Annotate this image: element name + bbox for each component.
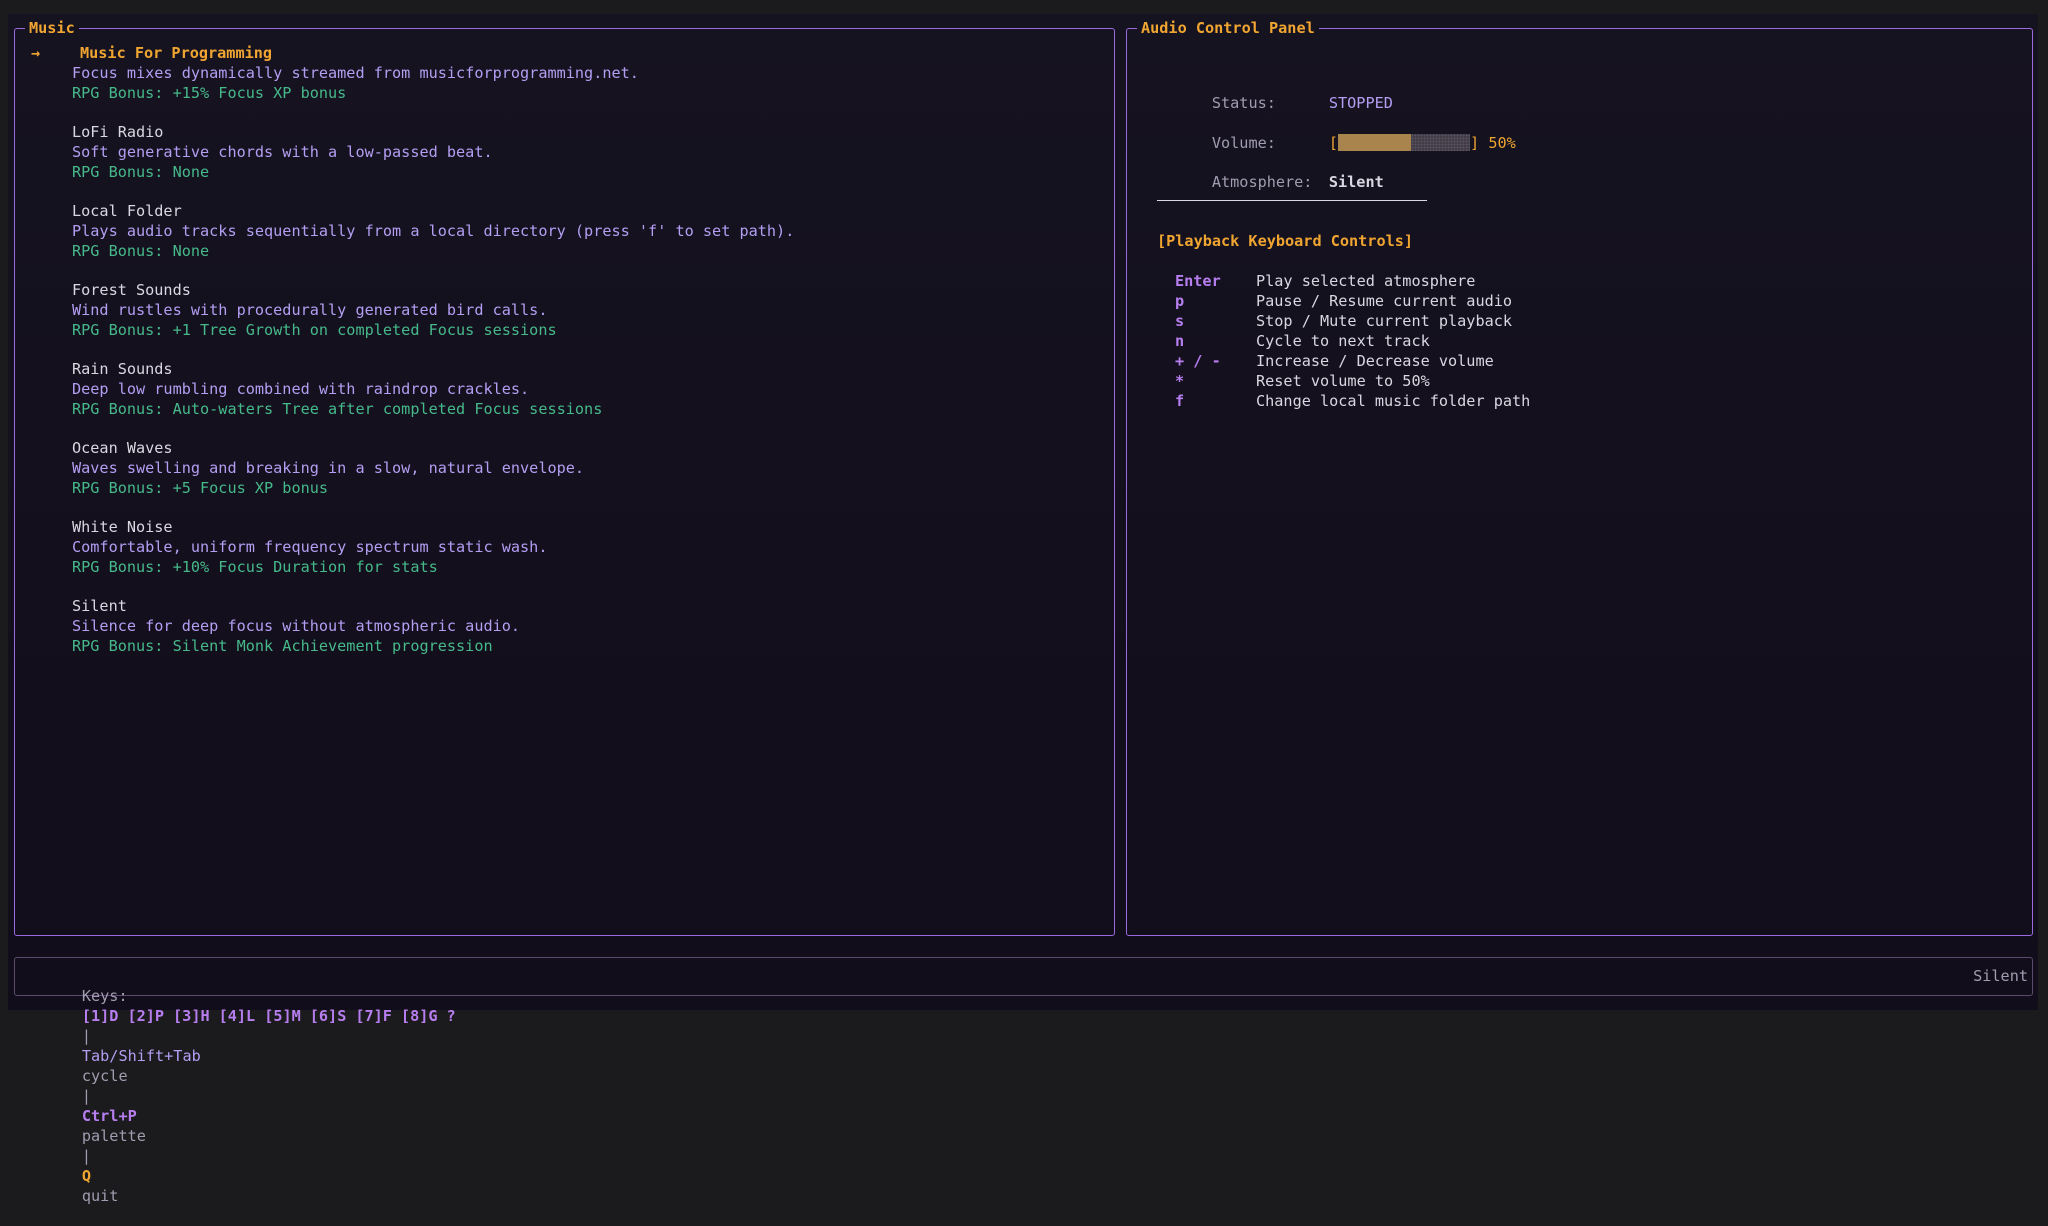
control-action: Increase / Decrease volume: [1256, 352, 1494, 370]
music-item-bonus: RPG Bonus: Silent Monk Achievement progr…: [72, 637, 493, 655]
music-list-item[interactable]: Forest Sounds Wind rustles with procedura…: [15, 280, 1105, 340]
current-atmosphere-indicator: Silent: [1973, 967, 2028, 985]
status-separator: |: [81, 1027, 92, 1045]
control-key: + / -: [1175, 352, 1221, 370]
volume-label: Volume:: [1211, 134, 1276, 152]
control-key: s: [1175, 312, 1185, 330]
shortcut-key[interactable]: [8]G: [401, 1007, 438, 1025]
palette-label: palette: [81, 1127, 146, 1145]
music-item-bonus: RPG Bonus: +5 Focus XP bonus: [72, 479, 329, 497]
music-panel-title: Music: [25, 18, 79, 38]
control-action: Cycle to next track: [1256, 332, 1430, 350]
music-item-description: Deep low rumbling combined with raindrop…: [72, 380, 530, 398]
music-item-bonus: RPG Bonus: +10% Focus Duration for stats: [72, 558, 438, 576]
shortcut-key[interactable]: [7]F: [355, 1007, 392, 1025]
shortcut-key[interactable]: [2]P: [127, 1007, 164, 1025]
status-bar-left: Keys: [1]D [2]P [3]H [4]L [5]M [6]S [7]F [8]G? …: [27, 966, 465, 1226]
control-key: f: [1175, 392, 1185, 410]
control-row: + / - Increase / Decrease volume: [1175, 351, 1494, 371]
control-action: Play selected atmosphere: [1256, 272, 1476, 290]
music-list-item[interactable]: LoFi Radio Soft generative chords with a …: [15, 122, 1105, 182]
music-item-bonus: RPG Bonus: None: [72, 163, 210, 181]
controls-heading: [Playback Keyboard Controls]: [1157, 232, 1414, 250]
music-item-description: Plays audio tracks sequentially from a l…: [72, 222, 795, 240]
volume-bracket-close: ]: [1470, 134, 1480, 152]
control-key: p: [1175, 292, 1185, 310]
status-separator: |: [81, 1087, 92, 1105]
music-item-name: Local Folder: [72, 202, 182, 220]
music-list-item[interactable]: Silent Silence for deep focus without atm…: [15, 596, 1105, 656]
audio-control-panel: Audio Control Panel Status: STOPPED Volum…: [1126, 18, 2033, 936]
terminal-screen: Music → Music For Programming Focus mixes …: [8, 14, 2038, 1205]
status-label: Status:: [1211, 94, 1276, 112]
atmosphere-value: Silent: [1328, 173, 1384, 191]
status-bar: Keys: [1]D [2]P [3]H [4]L [5]M [6]S [7]F [8]G? …: [14, 957, 2033, 1205]
control-row: f Change local music folder path: [1175, 391, 1530, 411]
music-list-item[interactable]: Local Folder Plays audio tracks sequentia…: [15, 201, 1105, 261]
control-action: Stop / Mute current playback: [1256, 312, 1513, 330]
control-row: n Cycle to next track: [1175, 331, 1430, 351]
volume-percent: 50%: [1488, 134, 1516, 152]
music-item-description: Wind rustles with procedurally generated…: [72, 301, 548, 319]
shortcut-key[interactable]: [4]L: [219, 1007, 256, 1025]
control-action: Pause / Resume current audio: [1256, 292, 1513, 310]
quit-key[interactable]: Q: [82, 1167, 91, 1185]
music-item-bonus: RPG Bonus: None: [72, 242, 210, 260]
music-item-bonus: RPG Bonus: +15% Focus XP bonus: [72, 84, 347, 102]
volume-bar-fill[interactable]: [1338, 133, 1412, 151]
music-item-bonus: RPG Bonus: +1 Tree Growth on completed F…: [72, 321, 557, 339]
music-panel: Music → Music For Programming Focus mixes …: [14, 18, 1115, 936]
control-row: p Pause / Resume current audio: [1175, 291, 1512, 311]
music-list-item[interactable]: White Noise Comfortable, uniform frequenc…: [15, 517, 1105, 577]
shortcut-key[interactable]: [3]H: [173, 1007, 210, 1025]
music-item-description: Soft generative chords with a low-passed…: [72, 143, 493, 161]
shortcut-list: [1]D [2]P [3]H [4]L [5]M [6]S [7]F [8]G?: [82, 1007, 465, 1025]
control-key: *: [1175, 372, 1185, 390]
atmosphere-label: Atmosphere:: [1211, 173, 1313, 191]
music-item-name: LoFi Radio: [72, 123, 164, 141]
palette-key[interactable]: Ctrl+P: [82, 1107, 137, 1125]
audio-control-panel-title: Audio Control Panel: [1137, 18, 1319, 38]
music-item-name: Silent: [72, 597, 127, 615]
music-list-item[interactable]: Rain Sounds Deep low rumbling combined wi…: [15, 359, 1105, 419]
volume-bar-empty[interactable]: [1411, 133, 1471, 151]
selected-arrow-icon: →: [31, 44, 41, 62]
music-item-name: Rain Sounds: [72, 360, 173, 378]
cycle-label: cycle: [81, 1067, 128, 1085]
music-item-description: Comfortable, uniform frequency spectrum …: [72, 538, 548, 556]
keys-label: Keys:: [81, 987, 128, 1005]
music-item-name: White Noise: [72, 518, 173, 536]
status-value: STOPPED: [1328, 94, 1393, 112]
shortcut-key[interactable]: [5]M: [264, 1007, 301, 1025]
status-separator: |: [81, 1147, 92, 1165]
music-item-description: Focus mixes dynamically streamed from mu…: [72, 64, 639, 82]
music-item-description: Waves swelling and breaking in a slow, n…: [72, 459, 585, 477]
music-item-bonus: RPG Bonus: Auto-waters Tree after comple…: [72, 400, 603, 418]
control-key: Enter: [1175, 272, 1221, 290]
music-list-item[interactable]: → Music For Programming Focus mixes dynami…: [15, 43, 1105, 103]
shortcut-key[interactable]: ?: [447, 1007, 456, 1025]
volume-bracket-open: [: [1328, 134, 1339, 152]
cycle-key[interactable]: Tab/Shift+Tab: [82, 1047, 201, 1065]
shortcut-key[interactable]: [6]S: [310, 1007, 347, 1025]
music-item-name: Ocean Waves: [72, 439, 173, 457]
music-item-description: Silence for deep focus without atmospher…: [72, 617, 521, 635]
control-key: n: [1175, 332, 1185, 350]
music-item-name: Music For Programming: [80, 44, 273, 62]
control-row: s Stop / Mute current playback: [1175, 311, 1512, 331]
atmosphere-row: Atmosphere: Silent: [1157, 152, 1384, 212]
shortcut-key[interactable]: [1]D: [82, 1007, 119, 1025]
control-row: Enter Play selected atmosphere: [1175, 271, 1475, 291]
music-item-name: Forest Sounds: [72, 281, 191, 299]
control-row: * Reset volume to 50%: [1175, 371, 1430, 391]
quit-label: quit: [81, 1187, 119, 1205]
divider-line: [1157, 200, 1427, 201]
music-list-item[interactable]: Ocean Waves Waves swelling and breaking i…: [15, 438, 1105, 498]
control-action: Change local music folder path: [1256, 392, 1531, 410]
control-action: Reset volume to 50%: [1256, 372, 1430, 390]
